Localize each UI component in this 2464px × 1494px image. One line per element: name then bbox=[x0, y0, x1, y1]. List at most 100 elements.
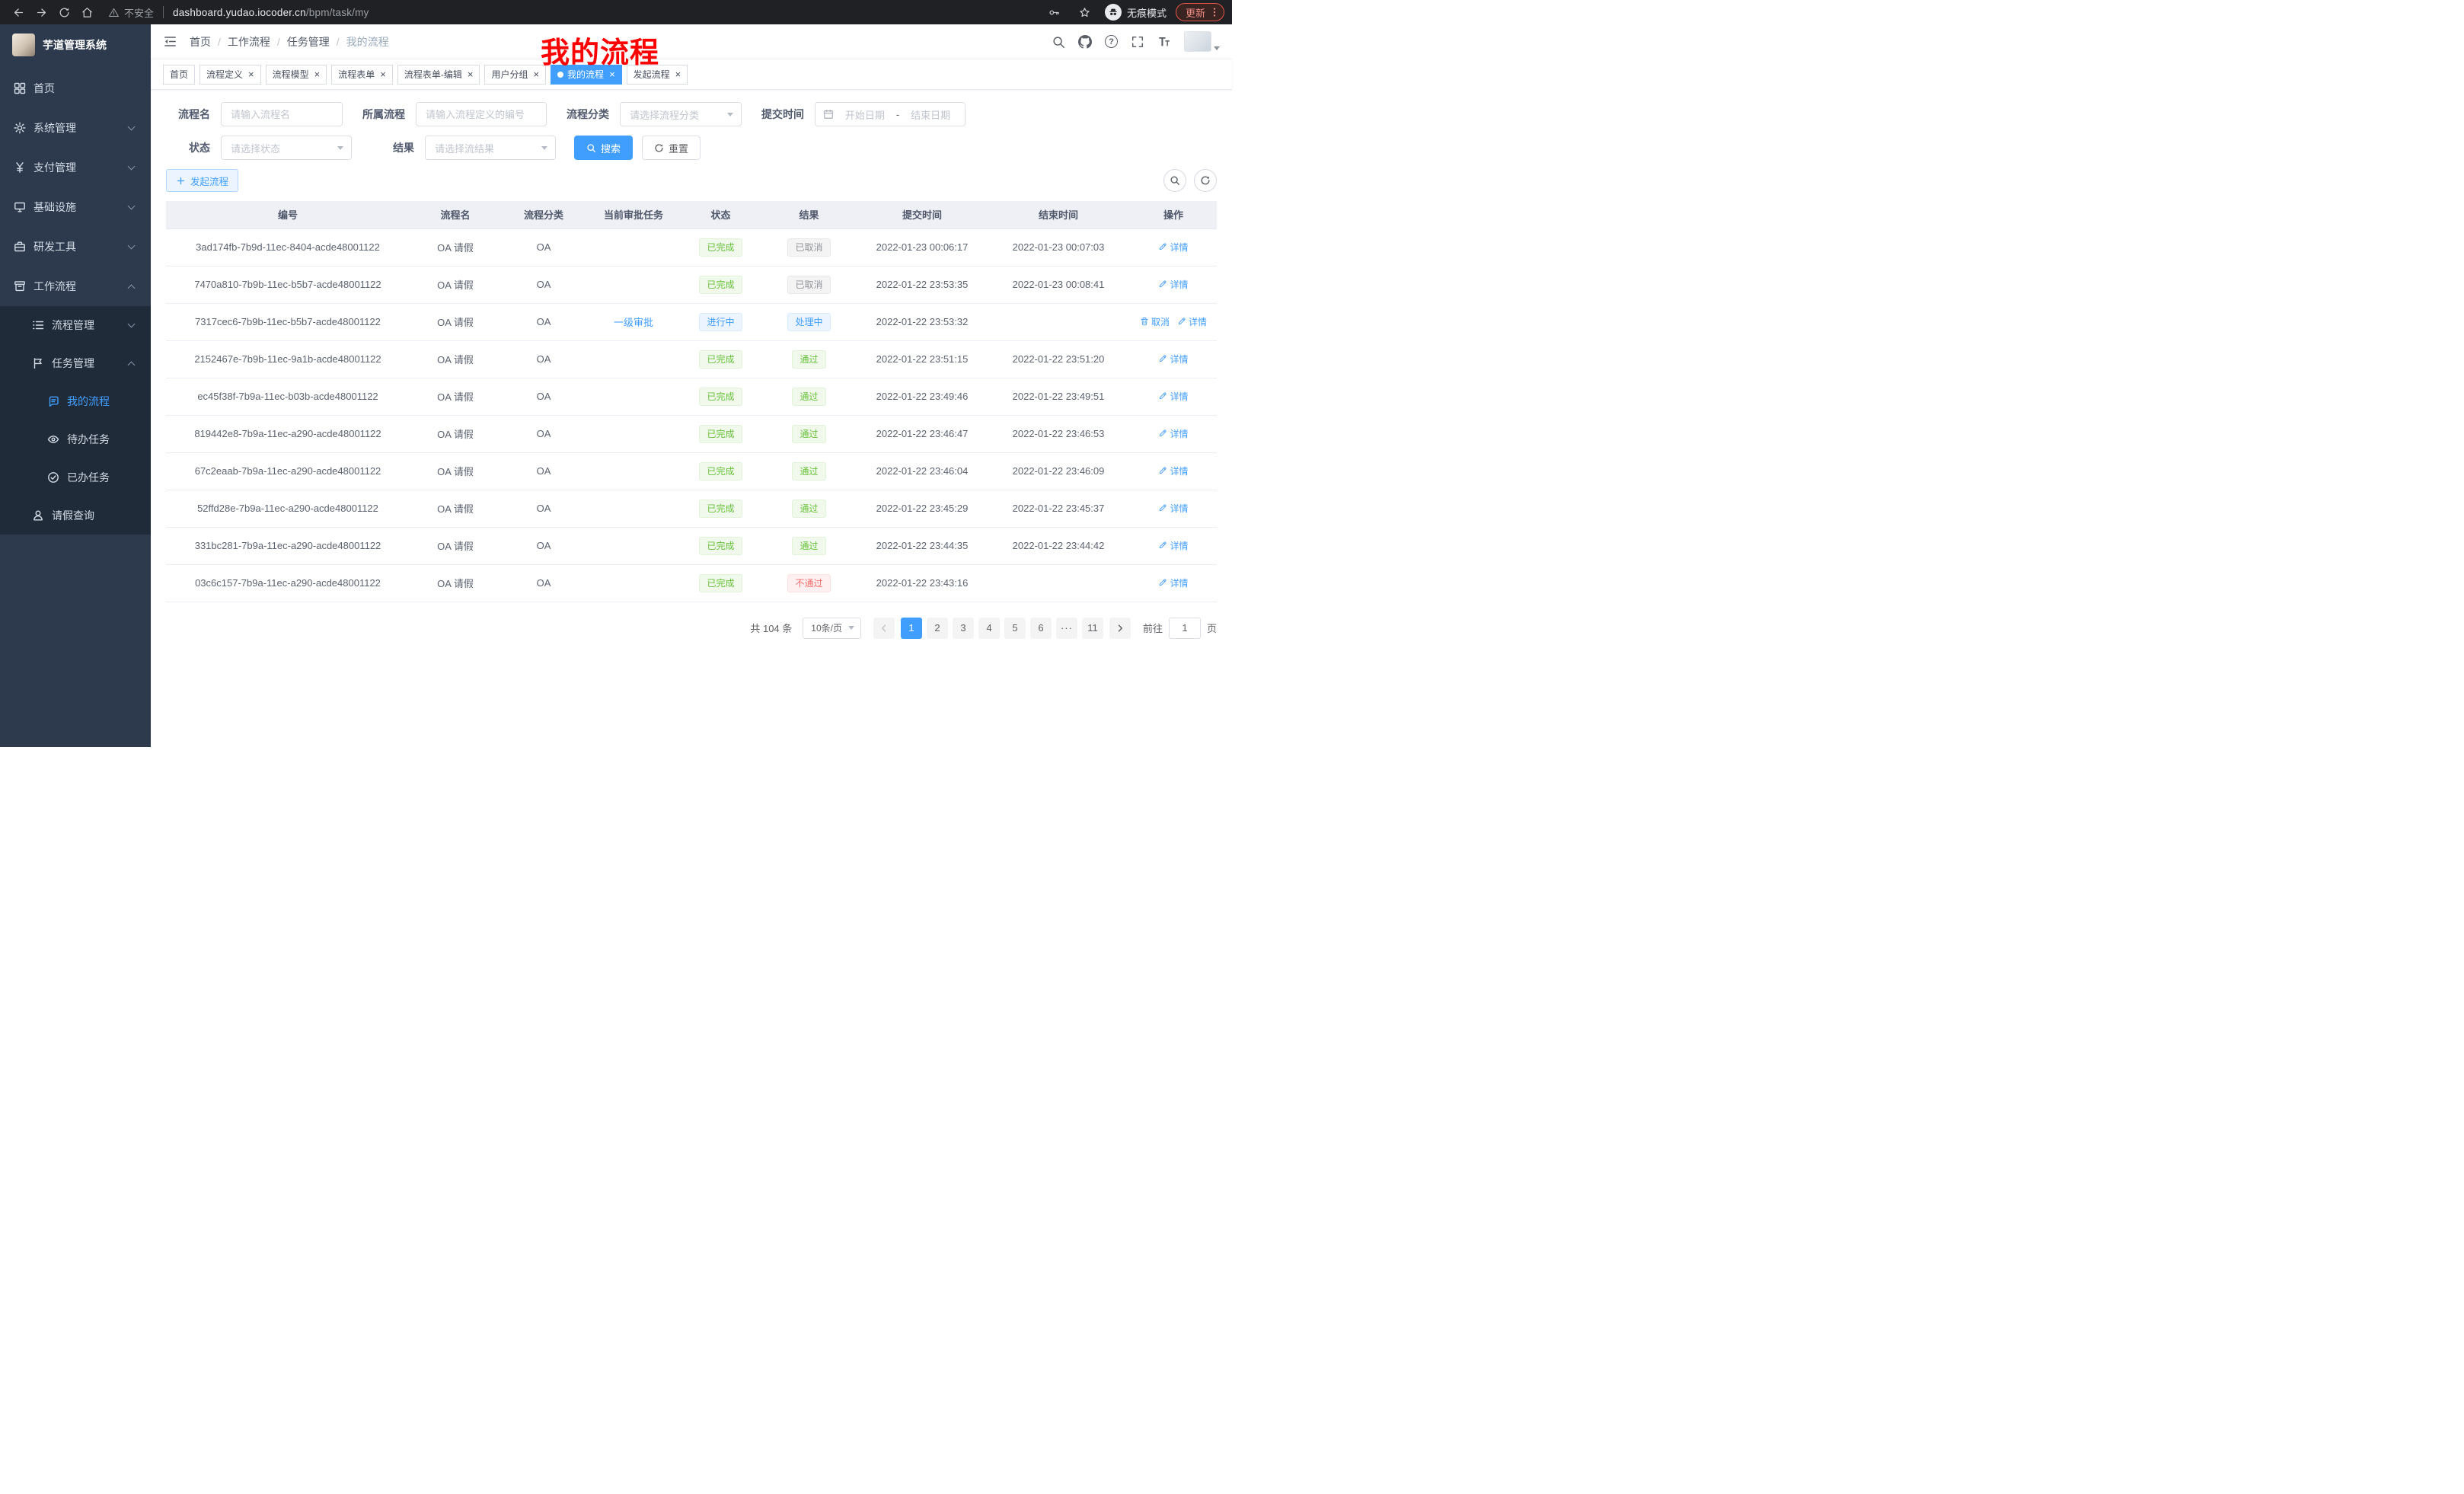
pagination-page-2[interactable]: 2 bbox=[927, 618, 948, 639]
submit-time-range-picker[interactable]: 开始日期 - 结束日期 bbox=[815, 102, 965, 126]
cell-result: 通过 bbox=[761, 378, 857, 415]
next-page-button[interactable] bbox=[1109, 618, 1131, 639]
breadcrumb-item[interactable]: 首页 bbox=[190, 34, 211, 49]
sidebar-item-task-manage[interactable]: 任务管理 bbox=[0, 344, 151, 382]
toggle-search-button[interactable] bbox=[1163, 169, 1186, 192]
refresh-table-button[interactable] bbox=[1194, 169, 1217, 192]
security-chip[interactable]: 不安全 bbox=[108, 5, 154, 20]
category-select[interactable]: 请选择流程分类 bbox=[620, 102, 742, 126]
sidebar-item-done-tasks[interactable]: 已办任务 bbox=[0, 458, 151, 496]
close-icon[interactable]: × bbox=[314, 69, 321, 79]
app-title: 芋道管理系统 bbox=[43, 37, 107, 53]
user-avatar[interactable] bbox=[1184, 31, 1220, 52]
cell-status: 进行中 bbox=[681, 303, 761, 340]
action-detail-link[interactable]: 详情 bbox=[1158, 353, 1188, 366]
pagination-page-5[interactable]: 5 bbox=[1004, 618, 1026, 639]
tab-process-form[interactable]: 流程表单× bbox=[331, 65, 393, 85]
close-icon[interactable]: × bbox=[609, 69, 615, 79]
table-row: 03c6c157-7b9a-11ec-a290-acde48001122OA 请… bbox=[166, 564, 1217, 602]
my-process-icon bbox=[47, 395, 59, 407]
status-select[interactable]: 请选择状态 bbox=[221, 136, 352, 160]
sidebar-item-my-process[interactable]: 我的流程 bbox=[0, 382, 151, 420]
fullscreen-icon[interactable] bbox=[1131, 35, 1144, 49]
current-task-link[interactable]: 一级审批 bbox=[614, 317, 653, 328]
breadcrumb-item[interactable]: 任务管理 bbox=[287, 34, 330, 49]
action-cancel-link[interactable]: 取消 bbox=[1140, 315, 1170, 328]
pagination-page-6[interactable]: 6 bbox=[1030, 618, 1052, 639]
process-name-input[interactable] bbox=[221, 102, 343, 126]
action-detail-link[interactable]: 详情 bbox=[1158, 539, 1188, 552]
search-icon[interactable] bbox=[1052, 35, 1065, 49]
close-icon[interactable]: × bbox=[675, 69, 681, 79]
sidebar-item-devtools[interactable]: 研发工具 bbox=[0, 227, 151, 267]
pagination-page-1[interactable]: 1 bbox=[901, 618, 922, 639]
sidebar-item-infrastructure[interactable]: 基础设施 bbox=[0, 187, 151, 227]
tab-my-process[interactable]: 我的流程 × bbox=[551, 65, 622, 85]
action-detail-link[interactable]: 详情 bbox=[1158, 576, 1188, 589]
close-icon[interactable]: × bbox=[380, 69, 386, 79]
tab-home[interactable]: 首页 bbox=[163, 65, 195, 85]
browser-home-button[interactable] bbox=[76, 2, 97, 22]
breadcrumb-item[interactable]: 工作流程 bbox=[228, 34, 270, 49]
sidebar-item-payment[interactable]: 支付管理 bbox=[0, 148, 151, 187]
action-detail-link[interactable]: 详情 bbox=[1158, 502, 1188, 515]
close-icon[interactable]: × bbox=[248, 69, 254, 79]
pagination-page-4[interactable]: 4 bbox=[978, 618, 1000, 639]
pagination-ellipsis-icon[interactable]: ··· bbox=[1056, 618, 1077, 639]
sidebar-fold-icon[interactable] bbox=[163, 34, 177, 49]
sidebar-item-process-manage[interactable]: 流程管理 bbox=[0, 306, 151, 344]
sidebar-item-label: 研发工具 bbox=[34, 239, 76, 254]
close-icon[interactable]: × bbox=[468, 69, 474, 79]
cell-process-name: OA 请假 bbox=[410, 527, 501, 564]
action-detail-link[interactable]: 详情 bbox=[1158, 464, 1188, 477]
create-process-button[interactable]: 发起流程 bbox=[166, 169, 238, 192]
action-detail-link[interactable]: 详情 bbox=[1177, 315, 1207, 328]
action-detail-link[interactable]: 详情 bbox=[1158, 278, 1188, 291]
browser-reload-button[interactable] bbox=[53, 2, 75, 22]
goto-page-input[interactable] bbox=[1169, 618, 1201, 639]
cell-end-time: 2022-01-22 23:49:51 bbox=[987, 378, 1130, 415]
tab-process-definition[interactable]: 流程定义× bbox=[199, 65, 261, 85]
cell-category: OA bbox=[501, 564, 586, 602]
search-button[interactable]: 搜索 bbox=[574, 136, 633, 160]
browser-back-button[interactable] bbox=[8, 2, 29, 22]
action-detail-link[interactable]: 详情 bbox=[1158, 427, 1188, 440]
address-bar[interactable]: dashboard.yudao.iocoder.cn/bpm/task/my bbox=[173, 7, 369, 18]
help-icon[interactable] bbox=[1105, 35, 1118, 48]
cell-submit-time: 2022-01-22 23:46:47 bbox=[857, 415, 987, 452]
pagination: 共 104 条 10条/页 123456···11 前往 页 bbox=[166, 618, 1217, 639]
sidebar-menu: 首页系统管理支付管理基础设施研发工具工作流程流程管理任务管理我的流程待办任务已办… bbox=[0, 65, 151, 747]
result-select[interactable]: 请选择流结果 bbox=[425, 136, 556, 160]
action-detail-link[interactable]: 详情 bbox=[1158, 390, 1188, 403]
tab-process-form-edit[interactable]: 流程表单-编辑× bbox=[397, 65, 480, 85]
tab-process-model[interactable]: 流程模型× bbox=[266, 65, 327, 85]
sidebar-item-system[interactable]: 系统管理 bbox=[0, 108, 151, 148]
bookmark-star-icon[interactable] bbox=[1074, 2, 1096, 22]
sidebar-item-todo-tasks[interactable]: 待办任务 bbox=[0, 420, 151, 458]
task-manage-icon bbox=[32, 357, 44, 369]
page-size-select[interactable]: 10条/页 bbox=[803, 618, 861, 639]
update-button[interactable]: 更新 bbox=[1176, 3, 1224, 21]
reset-button[interactable]: 重置 bbox=[642, 136, 701, 160]
tab-user-group[interactable]: 用户分组× bbox=[484, 65, 546, 85]
browser-forward-button[interactable] bbox=[30, 2, 52, 22]
sidebar-item-leave-query[interactable]: 请假查询 bbox=[0, 496, 151, 535]
cell-actions: 详情 bbox=[1130, 340, 1217, 378]
table-row: 3ad174fb-7b9d-11ec-8404-acde48001122OA 请… bbox=[166, 228, 1217, 266]
pagination-page-11[interactable]: 11 bbox=[1082, 618, 1103, 639]
action-detail-link[interactable]: 详情 bbox=[1158, 241, 1188, 254]
github-icon[interactable] bbox=[1078, 35, 1092, 49]
close-icon[interactable]: × bbox=[533, 69, 539, 79]
tab-start-process[interactable]: 发起流程× bbox=[627, 65, 688, 85]
pagination-page-3[interactable]: 3 bbox=[953, 618, 974, 639]
sidebar-item-home[interactable]: 首页 bbox=[0, 69, 151, 108]
tab-label: 我的流程 bbox=[567, 68, 604, 81]
cell-category: OA bbox=[501, 490, 586, 527]
font-size-icon[interactable] bbox=[1157, 35, 1171, 49]
sidebar-item-workflow[interactable]: 工作流程 bbox=[0, 267, 151, 306]
prev-page-button[interactable] bbox=[873, 618, 895, 639]
security-label: 不安全 bbox=[124, 5, 154, 20]
password-key-icon[interactable] bbox=[1044, 2, 1065, 22]
process-definition-input[interactable] bbox=[416, 102, 547, 126]
cell-end-time bbox=[987, 564, 1130, 602]
